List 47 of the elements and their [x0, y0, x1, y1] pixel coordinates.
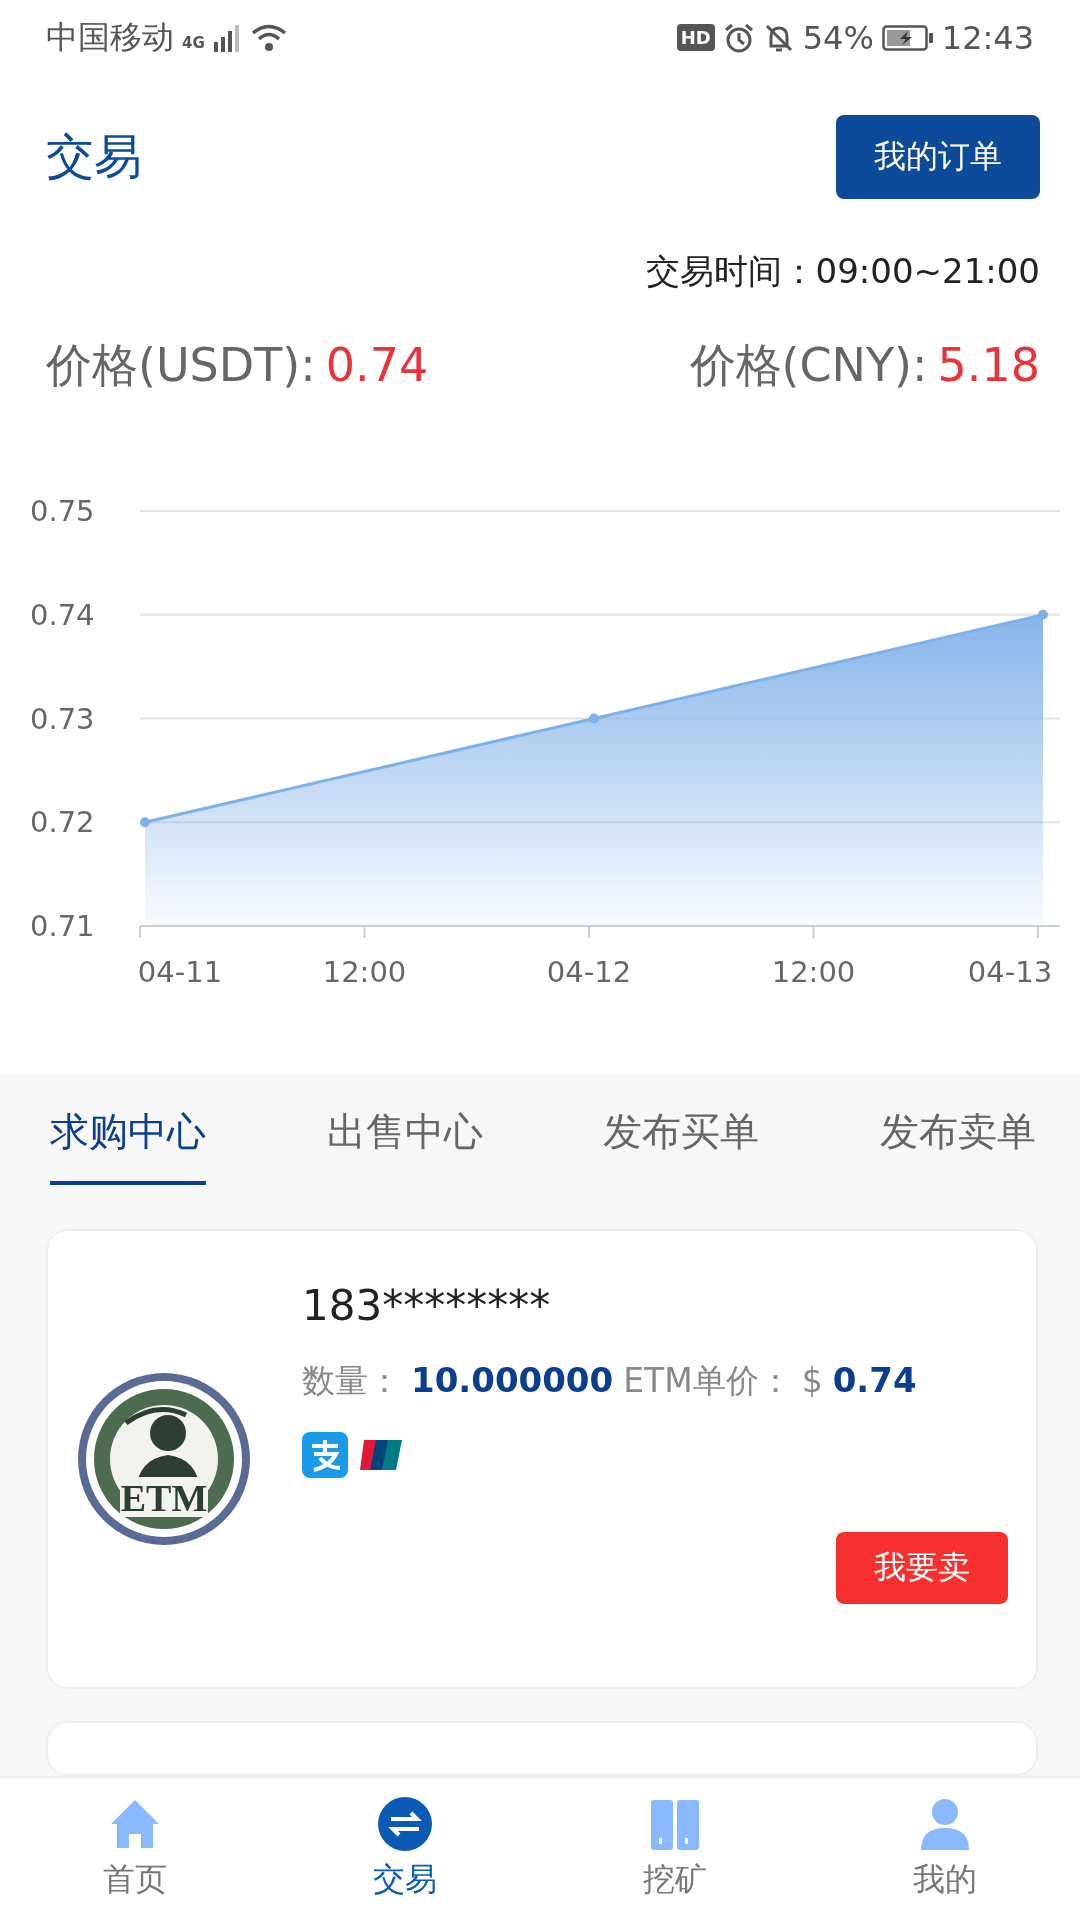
nav-tab[interactable]: 挖矿 [575, 1778, 775, 1920]
quantity-value: 10.000000 [411, 1360, 614, 1400]
hd-badge: HD [676, 24, 715, 51]
y-axis-label: 0.71 [30, 909, 95, 943]
currency-symbol: $ [801, 1361, 823, 1400]
battery-percent: 54% [802, 18, 874, 57]
market-tab[interactable]: 求购中心 [50, 1105, 206, 1185]
data-point [1038, 609, 1048, 620]
nav-tab[interactable]: 交易 [305, 1778, 505, 1920]
nav-tab[interactable]: 我的 [845, 1778, 1045, 1920]
y-axis-label: 0.73 [30, 701, 95, 736]
data-point [140, 817, 150, 828]
clock-time: 12:43 [941, 18, 1034, 57]
exchange-icon [377, 1796, 433, 1852]
sell-button[interactable]: 我要卖 [836, 1532, 1008, 1604]
alarm-icon [722, 21, 755, 54]
y-axis-label: 0.72 [30, 805, 95, 840]
nav-tab[interactable]: 首页 [35, 1778, 235, 1920]
unit-price-value: 0.74 [832, 1360, 917, 1400]
data-point [589, 713, 599, 724]
price-value: 5.18 [937, 338, 1040, 392]
alipay-icon [302, 1432, 348, 1478]
battery-icon [881, 24, 934, 51]
y-axis-label: 0.74 [30, 597, 95, 632]
price-value: 0.74 [325, 338, 429, 392]
x-axis-label: 12:00 [322, 955, 407, 989]
x-axis-label: 04-13 [967, 955, 1053, 989]
y-axis-label: 0.75 [30, 494, 95, 528]
quantity-label: 数量： [302, 1360, 401, 1402]
price-label: 价格(CNY): [689, 337, 928, 394]
market-tab[interactable]: 发布卖单 [879, 1105, 1036, 1185]
unionpay-icon [358, 1438, 404, 1472]
network-type: 4G [182, 33, 205, 52]
my-orders-button[interactable]: 我的订单 [836, 115, 1040, 199]
wifi-icon [250, 23, 287, 52]
x-axis-label: 12:00 [771, 955, 856, 989]
market-tab[interactable]: 发布买单 [603, 1105, 760, 1185]
page-title: 交易 [46, 127, 142, 186]
user-phone: 183******** [302, 1281, 552, 1332]
price-label: 价格(USDT): [46, 337, 316, 394]
coin-logo: ETM [76, 1371, 252, 1547]
unit-price-label: ETM单价： [623, 1360, 792, 1402]
carrier-name: 中国移动 [46, 16, 174, 58]
trade-hours: 交易时间：09:00~21:00 [644, 250, 1041, 293]
market-tab[interactable]: 出售中心 [326, 1105, 483, 1185]
x-axis-label: 04-11 [137, 955, 223, 989]
x-axis-label: 04-12 [546, 955, 632, 989]
